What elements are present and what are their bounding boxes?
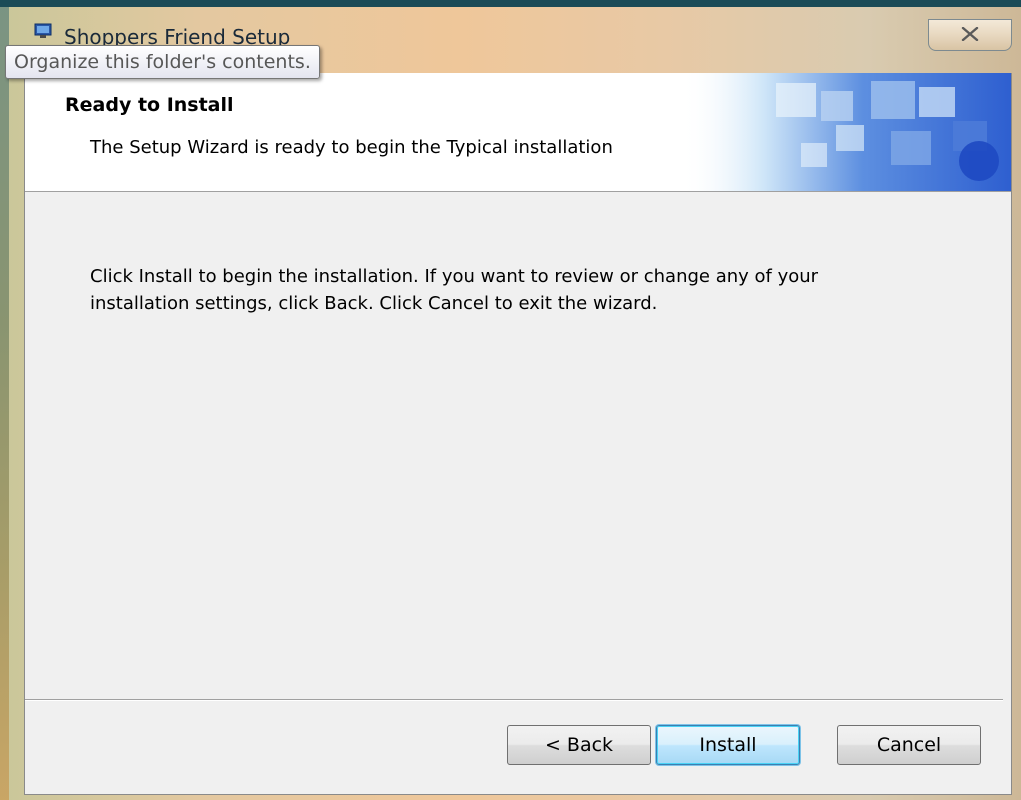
cancel-button[interactable]: Cancel: [837, 725, 981, 765]
header-banner: Ready to Install The Setup Wizard is rea…: [25, 73, 1011, 192]
button-separator: [25, 699, 1003, 701]
close-button[interactable]: [928, 19, 1012, 51]
instructions-line: installation settings, click Back. Click…: [90, 293, 658, 314]
banner-graphic: [681, 73, 1011, 191]
back-button[interactable]: < Back: [507, 725, 651, 765]
install-button[interactable]: Install: [656, 725, 800, 765]
title-bar[interactable]: Shoppers Friend Setup: [0, 7, 1021, 51]
page-subtitle: The Setup Wizard is ready to begin the T…: [90, 137, 613, 158]
instructions-line: Click Install to begin the installation.…: [90, 266, 819, 287]
setup-window: Shoppers Friend Setup Organize this fold…: [0, 0, 1021, 800]
page-title: Ready to Install: [65, 94, 234, 116]
close-icon: [961, 26, 979, 45]
tooltip: Organize this folder's contents.: [5, 45, 320, 79]
installer-icon: [34, 23, 52, 39]
instructions-text: Click Install to begin the installation.…: [90, 263, 910, 317]
dialog-client-area: Ready to Install The Setup Wizard is rea…: [24, 73, 1012, 795]
